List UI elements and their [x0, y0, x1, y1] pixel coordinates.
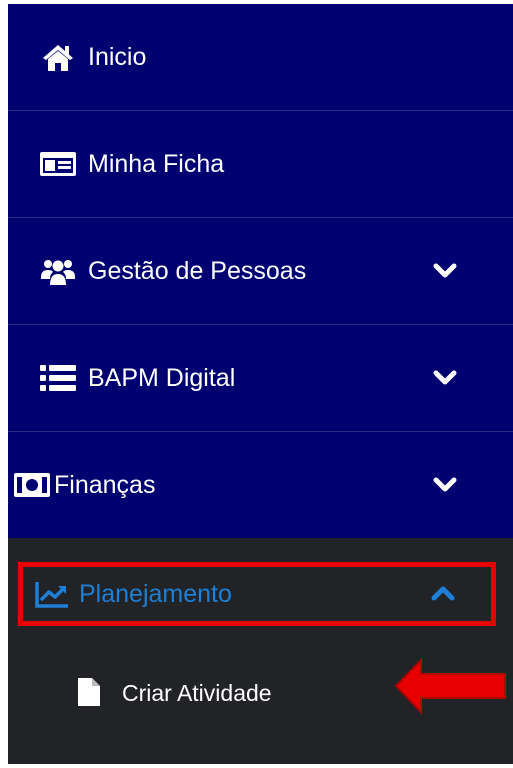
submenu-item-criar-atividade[interactable]: Criar Atividade [78, 668, 272, 718]
sidebar-item-label: BAPM Digital [88, 363, 236, 392]
sidebar-item-label: Minha Ficha [88, 149, 225, 178]
chevron-down-icon[interactable] [433, 473, 457, 497]
sidebar-item-gestao-de-pessoas[interactable]: Gestão de Pessoas [8, 218, 513, 325]
money-icon [12, 470, 52, 500]
sidebar-item-planejamento[interactable]: Planejamento [18, 562, 496, 626]
sidebar-item-bapm-digital[interactable]: BAPM Digital [8, 325, 513, 432]
sidebar-item-label: Inicio [88, 42, 147, 71]
sidebar-item-inicio[interactable]: Inicio [8, 4, 513, 111]
red-arrow-annotation [394, 657, 506, 715]
id-card-icon [38, 149, 78, 179]
submenu-area: Planejamento Criar Atividade [8, 538, 513, 764]
sidebar-menu: Inicio Minha Ficha Gestão de Pessoas BAP… [8, 4, 513, 764]
home-icon [38, 42, 78, 72]
sidebar-item-label: Planejamento [79, 579, 232, 608]
chevron-up-icon[interactable] [431, 582, 455, 606]
users-icon [38, 256, 78, 286]
file-icon [78, 678, 102, 708]
chart-line-icon [35, 579, 75, 609]
sidebar-item-label: Gestão de Pessoas [88, 256, 307, 285]
submenu-item-label: Criar Atividade [122, 679, 272, 706]
chevron-down-icon[interactable] [433, 366, 457, 390]
sidebar-item-financas[interactable]: Finanças [8, 432, 513, 539]
chevron-down-icon[interactable] [433, 259, 457, 283]
sidebar-item-label: Finanças [54, 470, 156, 499]
list-icon [38, 363, 78, 393]
sidebar-item-minha-ficha[interactable]: Minha Ficha [8, 111, 513, 218]
